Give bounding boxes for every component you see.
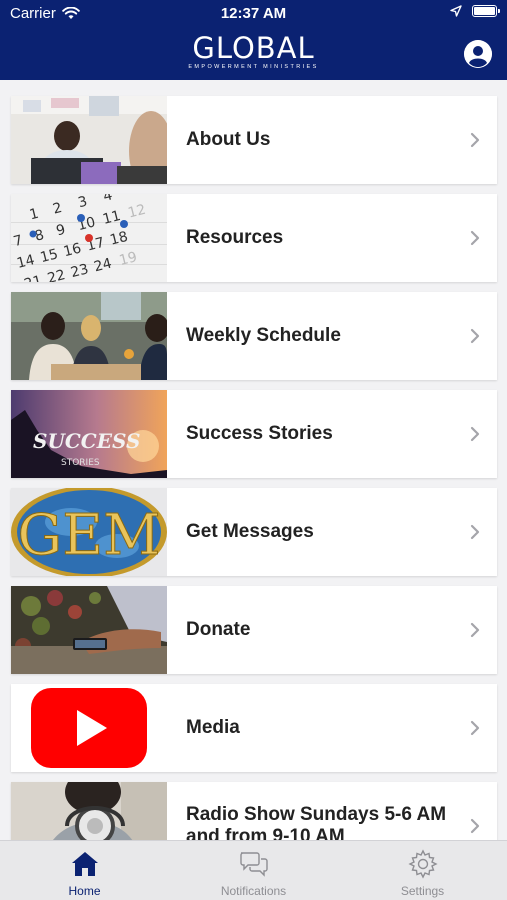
- menu-item-label: Donate: [186, 619, 251, 640]
- chevron-right-icon: [470, 524, 480, 540]
- tab-settings[interactable]: Settings: [338, 841, 507, 900]
- menu-item-label: Media: [186, 717, 240, 738]
- menu-item-success-stories[interactable]: SUCCESS STORIES Success Stories: [11, 390, 497, 478]
- chevron-right-icon: [470, 426, 480, 442]
- menu-item-weekly-schedule[interactable]: Weekly Schedule: [11, 292, 497, 380]
- tab-notifications[interactable]: Notifications: [169, 841, 338, 900]
- header-bar: Carrier 12:37 AM GLOBAL EMPOWERMENT MINI…: [0, 0, 507, 80]
- menu-list[interactable]: About Us 1234 789101112 1415161718 21222…: [0, 80, 507, 840]
- menu-item-label: Resources: [186, 227, 284, 248]
- calendar-photo: 1234 789101112 1415161718 2122232419 282…: [11, 194, 167, 282]
- menu-item-donate[interactable]: Donate: [11, 586, 497, 674]
- menu-item-resources[interactable]: 1234 789101112 1415161718 2122232419 282…: [11, 194, 497, 282]
- chat-bubbles-icon: [239, 852, 268, 877]
- logo-wordmark: GLOBAL: [192, 31, 315, 65]
- phone-hands-photo: [11, 586, 167, 674]
- chevron-right-icon: [470, 132, 480, 148]
- menu-item-about-us[interactable]: About Us: [11, 96, 497, 184]
- status-right-group: [450, 5, 500, 17]
- menu-item-get-messages[interactable]: GEM Get Messages: [11, 488, 497, 576]
- menu-item-media[interactable]: Media: [11, 684, 497, 772]
- success-stories-graphic: SUCCESS STORIES: [11, 390, 167, 478]
- user-circle-icon: [464, 40, 492, 68]
- tab-label: Settings: [400, 884, 445, 898]
- menu-item-label: Get Messages: [186, 521, 314, 542]
- cafe-meeting-photo: [11, 292, 167, 380]
- menu-item-radio-show[interactable]: Radio Show Sundays 5-6 AM and from 9-10 …: [11, 782, 497, 840]
- profile-button[interactable]: [464, 40, 492, 68]
- menu-item-label: About Us: [186, 129, 271, 150]
- gem-logo: GEM: [11, 488, 167, 576]
- logo-subtitle: EMPOWERMENT MINISTRIES: [188, 64, 319, 70]
- svg-text:GEM: GEM: [18, 503, 161, 568]
- meeting-photo: [11, 96, 167, 184]
- battery-icon: [472, 5, 500, 17]
- status-bar: Carrier 12:37 AM: [0, 0, 507, 28]
- app-logo: GLOBAL EMPOWERMENT MINISTRIES: [0, 33, 507, 70]
- chevron-right-icon: [470, 230, 480, 246]
- menu-item-label: Success Stories: [186, 423, 333, 444]
- chevron-right-icon: [470, 622, 480, 638]
- menu-item-label: Radio Show Sundays 5-6 AM and from 9-10 …: [186, 804, 447, 840]
- chevron-right-icon: [470, 720, 480, 736]
- tab-label: Home: [68, 884, 101, 898]
- headphones-photo: [11, 782, 167, 840]
- tab-label: Notifications: [220, 884, 287, 898]
- menu-item-label: Weekly Schedule: [186, 325, 341, 346]
- gear-icon: [407, 849, 438, 879]
- location-arrow-icon: [450, 5, 462, 17]
- tab-home[interactable]: Home: [0, 841, 169, 900]
- status-time: 12:37 AM: [220, 5, 287, 22]
- svg-text:SUCCESS: SUCCESS: [33, 429, 140, 453]
- tab-bar: Home Notifications Settings: [0, 840, 507, 900]
- chevron-right-icon: [470, 328, 480, 344]
- youtube-logo: [11, 684, 167, 772]
- svg-text:STORIES: STORIES: [61, 458, 100, 468]
- chevron-right-icon: [470, 818, 480, 834]
- home-icon: [71, 852, 98, 876]
